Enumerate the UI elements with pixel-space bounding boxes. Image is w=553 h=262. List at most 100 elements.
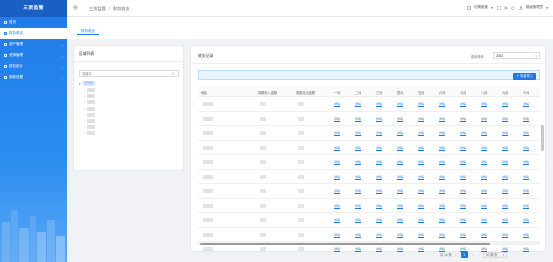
- month-detail-link[interactable]: 详情: [523, 189, 529, 193]
- month-detail-link[interactable]: 详情: [439, 218, 445, 222]
- sidebar-item-reports[interactable]: 报告统计 ›: [0, 61, 67, 72]
- column-header[interactable]: 五月: [418, 90, 424, 95]
- month-detail-link[interactable]: 详情: [439, 204, 445, 208]
- month-detail-link[interactable]: 详情: [397, 102, 403, 106]
- sidebar-item-assets[interactable]: 资产管理 ›: [0, 39, 67, 50]
- month-detail-link[interactable]: 详情: [460, 189, 466, 193]
- month-detail-link[interactable]: 详情: [460, 131, 466, 135]
- month-detail-link[interactable]: 详情: [418, 218, 424, 222]
- month-detail-link[interactable]: 详情: [523, 146, 529, 150]
- month-detail-link[interactable]: 详情: [334, 204, 340, 208]
- switch-account-button[interactable]: 切换账套: [474, 5, 488, 10]
- batch-import-button[interactable]: ＋ 批量导入: [513, 72, 536, 80]
- month-detail-link[interactable]: 详情: [376, 175, 382, 179]
- month-detail-link[interactable]: 详情: [355, 189, 361, 193]
- month-detail-link[interactable]: 详情: [460, 204, 466, 208]
- month-detail-link[interactable]: 详情: [481, 160, 487, 164]
- column-header[interactable]: 常数收入金额: [258, 90, 277, 95]
- month-detail-link[interactable]: 详情: [502, 189, 508, 193]
- column-header[interactable]: 七月: [460, 90, 466, 95]
- month-detail-link[interactable]: 详情: [502, 146, 508, 150]
- month-detail-link[interactable]: 详情: [376, 131, 382, 135]
- sidebar-item-resources[interactable]: 资源管理 ›: [0, 50, 67, 61]
- month-detail-link[interactable]: 详情: [481, 189, 487, 193]
- tree-collapse-icon[interactable]: ▾: [79, 82, 81, 86]
- month-detail-link[interactable]: 详情: [376, 233, 382, 237]
- column-header[interactable]: 四月: [397, 90, 403, 95]
- tree-root-label[interactable]: [82, 81, 95, 86]
- month-detail-link[interactable]: 详情: [355, 233, 361, 237]
- month-detail-link[interactable]: 详情: [376, 247, 382, 251]
- month-detail-link[interactable]: 详情: [376, 117, 382, 121]
- month-detail-link[interactable]: 详情: [397, 189, 403, 193]
- month-detail-link[interactable]: 详情: [355, 160, 361, 164]
- month-detail-link[interactable]: 详情: [376, 204, 382, 208]
- tree-node[interactable]: ›: [84, 100, 95, 105]
- month-detail-link[interactable]: 详情: [523, 247, 529, 251]
- month-detail-link[interactable]: 详情: [418, 146, 424, 150]
- month-detail-link[interactable]: 详情: [376, 102, 382, 106]
- month-detail-link[interactable]: 详情: [523, 160, 529, 164]
- month-detail-link[interactable]: 详情: [334, 102, 340, 106]
- month-detail-link[interactable]: 详情: [355, 117, 361, 121]
- column-header[interactable]: 常数支出金额: [296, 90, 315, 95]
- tab-finance[interactable]: 财务收支: [77, 27, 99, 35]
- month-detail-link[interactable]: 详情: [439, 175, 445, 179]
- column-header[interactable]: 九月: [502, 90, 508, 95]
- month-detail-link[interactable]: 详情: [439, 102, 445, 106]
- month-detail-link[interactable]: 详情: [334, 218, 340, 222]
- month-detail-link[interactable]: 详情: [481, 233, 487, 237]
- month-detail-link[interactable]: 详情: [502, 233, 508, 237]
- month-detail-link[interactable]: 详情: [376, 218, 382, 222]
- month-detail-link[interactable]: 详情: [376, 189, 382, 193]
- tree-node[interactable]: ›: [84, 106, 95, 111]
- page-number-current[interactable]: 1: [460, 251, 468, 258]
- month-detail-link[interactable]: 详情: [502, 204, 508, 208]
- month-detail-link[interactable]: 详情: [355, 175, 361, 179]
- tree-node[interactable]: ›: [84, 119, 95, 123]
- month-detail-link[interactable]: 详情: [481, 204, 487, 208]
- vertical-scrollbar-thumb[interactable]: [541, 125, 544, 151]
- month-detail-link[interactable]: 详情: [355, 218, 361, 222]
- month-detail-link[interactable]: 详情: [355, 204, 361, 208]
- month-detail-link[interactable]: 详情: [523, 117, 529, 121]
- tree-node[interactable]: ›: [84, 88, 95, 92]
- month-detail-link[interactable]: 详情: [397, 204, 403, 208]
- column-header[interactable]: 三月: [376, 90, 382, 95]
- month-detail-link[interactable]: 详情: [334, 247, 340, 251]
- month-detail-link[interactable]: 详情: [523, 102, 529, 106]
- month-detail-link[interactable]: 详情: [355, 247, 361, 251]
- column-header[interactable]: 十月: [523, 90, 529, 95]
- tree-node[interactable]: ›: [84, 131, 95, 136]
- prev-page-icon[interactable]: ‹: [453, 252, 459, 258]
- month-detail-link[interactable]: 详情: [418, 189, 424, 193]
- month-detail-link[interactable]: 详情: [397, 247, 403, 251]
- column-header[interactable]: 六月: [439, 90, 445, 95]
- search-icon[interactable]: ⚲: [172, 72, 174, 76]
- month-detail-link[interactable]: 详情: [418, 131, 424, 135]
- month-detail-link[interactable]: 详情: [334, 189, 340, 193]
- month-detail-link[interactable]: 详情: [334, 175, 340, 179]
- month-detail-link[interactable]: 详情: [439, 117, 445, 121]
- month-detail-link[interactable]: 详情: [523, 204, 529, 208]
- sidebar-item-settings[interactable]: 参数设置 ›: [0, 72, 67, 83]
- month-detail-link[interactable]: 详情: [355, 146, 361, 150]
- menu-fold-icon[interactable]: [73, 5, 78, 10]
- sidebar-item-finance[interactable]: 财务收支: [0, 28, 67, 39]
- month-detail-link[interactable]: 详情: [502, 117, 508, 121]
- month-detail-link[interactable]: 详情: [418, 233, 424, 237]
- month-detail-link[interactable]: 详情: [397, 160, 403, 164]
- month-detail-link[interactable]: 详情: [502, 175, 508, 179]
- month-detail-link[interactable]: 详情: [397, 175, 403, 179]
- breadcrumb-item-home[interactable]: 三资监管: [89, 6, 106, 11]
- next-page-icon[interactable]: ›: [470, 252, 476, 258]
- month-detail-link[interactable]: 详情: [481, 102, 487, 106]
- month-detail-link[interactable]: 详情: [460, 160, 466, 164]
- month-detail-link[interactable]: 详情: [355, 102, 361, 106]
- month-detail-link[interactable]: 详情: [418, 204, 424, 208]
- month-detail-link[interactable]: 详情: [460, 218, 466, 222]
- tree-node[interactable]: ›: [84, 112, 95, 117]
- month-detail-link[interactable]: 详情: [481, 131, 487, 135]
- month-detail-link[interactable]: 详情: [523, 131, 529, 135]
- month-detail-link[interactable]: 详情: [481, 117, 487, 121]
